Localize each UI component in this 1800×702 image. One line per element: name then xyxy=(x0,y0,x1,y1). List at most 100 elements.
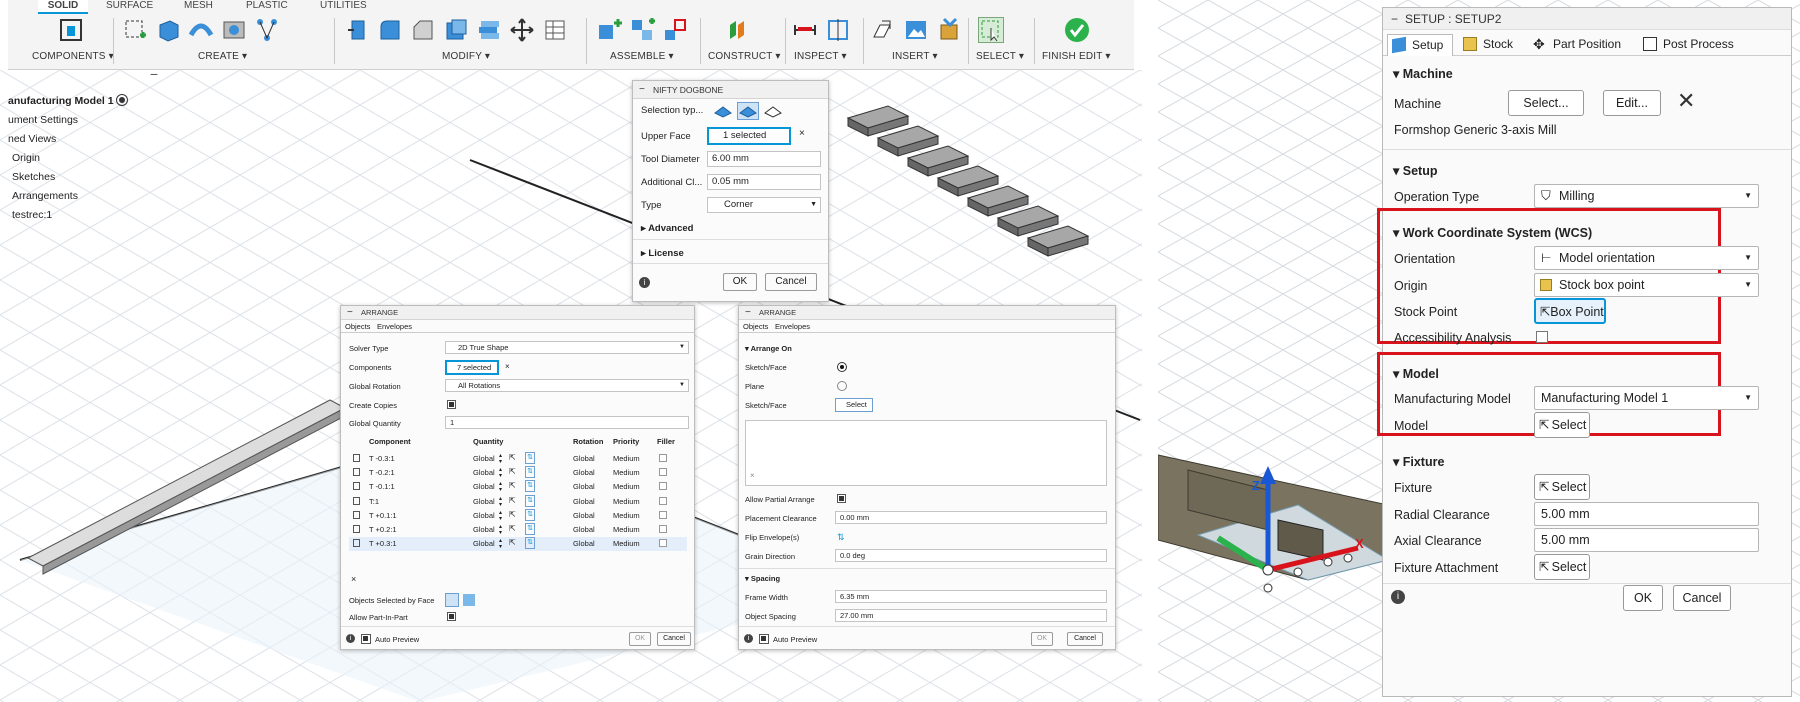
object-spacing-input[interactable]: 27.00 mm xyxy=(835,609,1107,622)
rotation-toggle-icon[interactable]: ⇅ xyxy=(525,452,535,464)
canvas-image-icon[interactable] xyxy=(903,17,929,43)
filler-checkbox[interactable] xyxy=(659,525,667,533)
origin-dropdown[interactable]: Stock box point ▼ xyxy=(1534,273,1759,297)
remove-icon[interactable]: × xyxy=(750,469,755,483)
machine-select-button[interactable]: Select... xyxy=(1508,90,1584,116)
browser-item-document-settings[interactable]: ument Settings xyxy=(8,114,78,126)
cursor-icon[interactable]: ⇱ xyxy=(509,453,516,462)
table-row[interactable]: T -0.2:1 Global ▴ ▾ ⇱ ⇅ Global Medium xyxy=(349,466,687,480)
browser-item-named-views[interactable]: ned Views xyxy=(8,133,56,145)
cursor-icon[interactable]: ⇱ xyxy=(509,538,516,547)
cursor-icon[interactable]: ⇱ xyxy=(509,510,516,519)
rotation-value[interactable]: Global xyxy=(573,539,595,548)
select-icon[interactable] xyxy=(978,17,1004,43)
components-selector[interactable]: 7 selected xyxy=(445,360,499,375)
browser-item-sketches[interactable]: Sketches xyxy=(12,171,55,183)
collapse-icon[interactable]: − xyxy=(639,81,645,99)
cursor-icon[interactable]: ⇱ xyxy=(509,524,516,533)
model-section[interactable]: ▾ Model xyxy=(1393,366,1439,381)
info-icon[interactable]: i xyxy=(744,634,753,643)
orientation-dropdown[interactable]: ⊢ Model orientation ▼ xyxy=(1534,246,1759,270)
priority-value[interactable]: Medium xyxy=(613,539,640,548)
table-row[interactable]: T +0.1:1 Global ▴ ▾ ⇱ ⇅ Global Medium xyxy=(349,508,687,523)
machine-edit-button[interactable]: Edit... xyxy=(1603,90,1661,116)
quantity-stepper[interactable]: ▴ ▾ xyxy=(499,524,502,536)
tab-objects[interactable]: Objects xyxy=(345,322,370,331)
close-machine-icon[interactable]: ✕ xyxy=(1677,88,1695,114)
press-pull-icon[interactable] xyxy=(344,17,370,43)
table-row[interactable]: T +0.3:1 Global ▴ ▾ ⇱ ⇅ Global Medium xyxy=(349,537,687,552)
info-icon[interactable]: i xyxy=(346,634,355,643)
inspect-group-label[interactable]: INSPECT ▾ xyxy=(794,51,847,62)
cursor-icon[interactable]: ⇱ xyxy=(509,467,516,476)
filler-checkbox[interactable] xyxy=(659,496,667,505)
filler-checkbox[interactable] xyxy=(659,510,667,519)
flip-icon[interactable]: ⇅ xyxy=(837,532,845,543)
tab-stock[interactable]: Stock xyxy=(1459,34,1517,56)
rotation-toggle-icon[interactable]: ⇅ xyxy=(525,508,535,521)
as-built-joint-icon[interactable] xyxy=(662,17,688,43)
tab-setup[interactable]: Setup xyxy=(1387,34,1453,56)
sketch-face-select-button[interactable]: Select xyxy=(835,398,873,412)
components-group-label[interactable]: COMPONENTS ▾ xyxy=(32,51,114,62)
insert-group-label[interactable]: INSERT ▾ xyxy=(892,51,938,62)
activate-radio-icon[interactable] xyxy=(116,94,128,106)
cancel-button[interactable]: Cancel xyxy=(1673,585,1731,611)
combine-icon[interactable] xyxy=(476,17,502,43)
fixture-select-button[interactable]: ⇱ Select xyxy=(1534,474,1590,500)
section-analysis-icon[interactable] xyxy=(825,17,851,43)
browser-item-testrec[interactable]: testrec:1 xyxy=(12,209,52,221)
plane-radio[interactable] xyxy=(837,381,847,391)
priority-value[interactable]: Medium xyxy=(613,482,640,491)
table-row[interactable]: T -0.3:1 Global ▴ ▾ ⇱ ⇅ Global Medium xyxy=(349,452,687,466)
finish-edit-group-label[interactable]: FINISH EDIT ▾ xyxy=(1042,51,1111,62)
selection-type-face-icon[interactable] xyxy=(713,103,733,119)
spacing-section[interactable]: ▾ Spacing xyxy=(745,574,1115,583)
measure-icon[interactable] xyxy=(792,17,818,43)
accessibility-analysis-checkbox[interactable] xyxy=(1536,331,1548,343)
tab-surface[interactable]: SURFACE xyxy=(106,0,153,14)
clear-selection-icon[interactable]: × xyxy=(505,362,510,371)
cancel-button[interactable]: Cancel xyxy=(765,273,817,291)
remove-row-icon[interactable]: × xyxy=(351,574,356,584)
collapse-icon[interactable]: − xyxy=(347,306,353,320)
priority-value[interactable]: Medium xyxy=(613,454,640,463)
cancel-button[interactable]: Cancel xyxy=(657,632,691,646)
tab-envelopes[interactable]: Envelopes xyxy=(775,322,810,331)
type-dropdown[interactable]: Corner ▼ xyxy=(707,197,821,213)
browser-item-origin[interactable]: Origin xyxy=(12,152,40,164)
new-component-icon[interactable] xyxy=(596,17,622,43)
cursor-icon[interactable]: ⇱ xyxy=(509,481,516,490)
rotation-value[interactable]: Global xyxy=(573,468,595,477)
shell-icon[interactable] xyxy=(443,17,469,43)
quantity-value[interactable]: Global xyxy=(473,511,495,520)
ok-button[interactable]: OK xyxy=(629,632,651,646)
allow-part-in-part-checkbox[interactable] xyxy=(447,612,456,621)
pattern-icon[interactable] xyxy=(254,17,280,43)
tab-part-position[interactable]: ✥ Part Position xyxy=(1529,34,1625,56)
modify-group-label[interactable]: MODIFY ▾ xyxy=(442,51,490,62)
joint-icon[interactable] xyxy=(629,17,656,43)
arrange-on-section[interactable]: ▾ Arrange On xyxy=(745,344,1115,353)
priority-value[interactable]: Medium xyxy=(613,468,640,477)
insert-derive-icon[interactable] xyxy=(870,17,896,43)
browser-item-root[interactable]: anufacturing Model 1 xyxy=(8,95,114,107)
body-select-icon[interactable] xyxy=(463,594,475,606)
face-select-icon[interactable] xyxy=(445,593,459,607)
cancel-button[interactable]: Cancel xyxy=(1067,632,1103,646)
rotation-value[interactable]: Global xyxy=(573,525,595,534)
chamfer-icon[interactable] xyxy=(410,17,436,43)
grain-direction-input[interactable]: 0.0 deg xyxy=(835,549,1107,562)
insert-mcmaster-icon[interactable] xyxy=(936,17,962,43)
quantity-value[interactable]: Global xyxy=(473,468,495,477)
quantity-stepper[interactable]: ▴ ▾ xyxy=(499,453,502,465)
auto-preview-checkbox[interactable] xyxy=(759,634,769,644)
create-group-label[interactable]: CREATE ▾ xyxy=(198,51,247,62)
tab-envelopes[interactable]: Envelopes xyxy=(377,322,412,331)
extrude-icon[interactable] xyxy=(155,17,181,43)
quantity-stepper[interactable]: ▴ ▾ xyxy=(499,496,502,508)
select-group-label[interactable]: SELECT ▾ xyxy=(976,51,1024,62)
ok-button[interactable]: OK xyxy=(1031,632,1053,646)
machine-section[interactable]: ▾ Machine xyxy=(1393,66,1453,81)
tab-mesh[interactable]: MESH xyxy=(184,0,213,14)
